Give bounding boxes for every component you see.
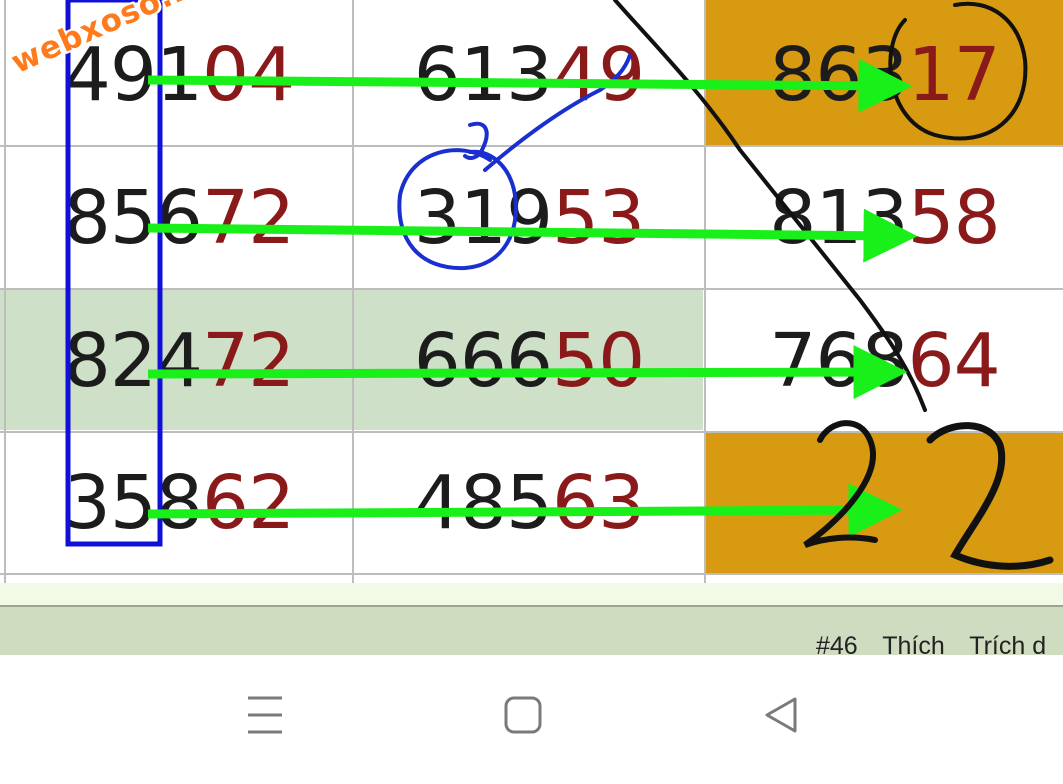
number-lead: 485	[413, 460, 553, 546]
system-navbar	[0, 655, 1063, 784]
table-cell: 768 64	[706, 290, 1063, 431]
lottery-table: 491 04 613 49 863 17 856 72 319 53 813 58 824 7…	[0, 0, 1063, 585]
table-cell: 863 17	[706, 5, 1063, 145]
number-tail: 17	[907, 32, 1001, 118]
table-cell: 824 72	[6, 290, 352, 431]
number-tail: 04	[202, 32, 295, 118]
home-button[interactable]	[493, 685, 553, 745]
back-button[interactable]	[751, 685, 811, 745]
menu-icon	[248, 696, 282, 734]
number-tail: 64	[907, 317, 1001, 404]
home-icon	[504, 696, 542, 734]
table-cell: 613 49	[354, 5, 704, 145]
number-lead: 666	[413, 317, 553, 404]
number-tail: 63	[552, 460, 645, 546]
number-tail: 62	[202, 460, 295, 546]
table-cell: 666 50	[354, 290, 704, 431]
table-cell: 358 62	[6, 433, 352, 573]
back-icon	[765, 697, 797, 733]
menu-button[interactable]	[235, 685, 295, 745]
table-cell: 813 58	[706, 147, 1063, 288]
highlight-cell	[706, 433, 1063, 573]
number-tail: 72	[202, 174, 295, 261]
number-lead: 613	[413, 32, 553, 118]
table-cell: 319 53	[354, 147, 704, 288]
number-lead: 768	[769, 317, 908, 404]
number-lead: 358	[63, 460, 203, 546]
number-tail: 50	[552, 317, 645, 404]
number-lead: 813	[769, 174, 908, 261]
number-lead: 319	[413, 174, 553, 261]
number-lead: 863	[769, 32, 908, 118]
number-lead: 824	[63, 317, 203, 404]
table-cell: 856 72	[6, 147, 352, 288]
grid-line	[0, 573, 1063, 575]
number-lead: 856	[63, 174, 203, 261]
table-cell: 485 63	[354, 433, 704, 573]
number-tail: 72	[202, 317, 295, 404]
number-tail: 49	[552, 32, 645, 118]
number-tail: 58	[907, 174, 1001, 261]
number-tail: 53	[552, 174, 645, 261]
